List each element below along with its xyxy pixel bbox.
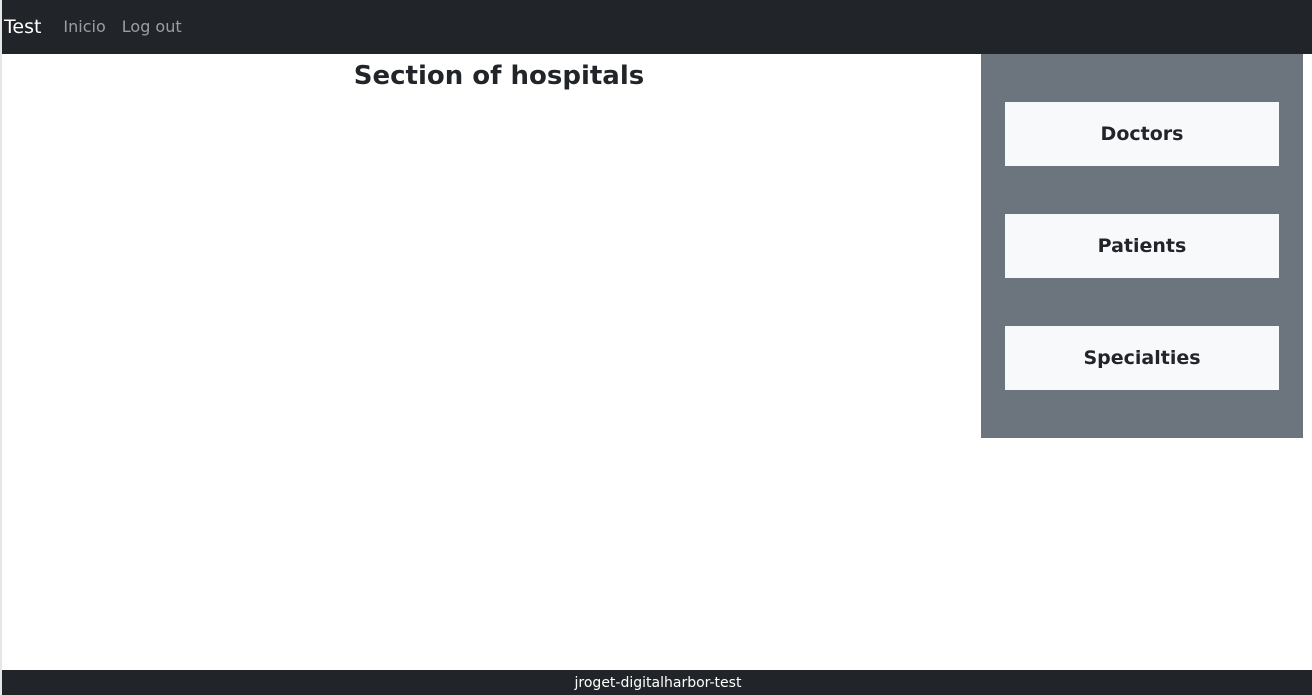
specialties-button[interactable]: Specialties <box>1005 326 1279 390</box>
nav-link-inicio[interactable]: Inicio <box>63 0 105 54</box>
patients-button[interactable]: Patients <box>1005 214 1279 278</box>
doctors-button[interactable]: Doctors <box>1005 102 1279 166</box>
nav-link-log-out[interactable]: Log out <box>122 0 182 54</box>
app-page: Test Inicio Log out Section of hospitals… <box>0 0 1312 695</box>
main-content: Section of hospitals Doctors Patients Sp… <box>2 54 1312 670</box>
footer: jroget-digitalharbor-test <box>2 670 1312 695</box>
top-navbar: Test Inicio Log out <box>2 0 1312 54</box>
page-title: Section of hospitals <box>353 61 645 91</box>
navbar-brand[interactable]: Test <box>4 0 41 54</box>
footer-text: jroget-digitalharbor-test <box>574 675 742 691</box>
sidebar-panel: Doctors Patients Specialties <box>981 54 1303 438</box>
